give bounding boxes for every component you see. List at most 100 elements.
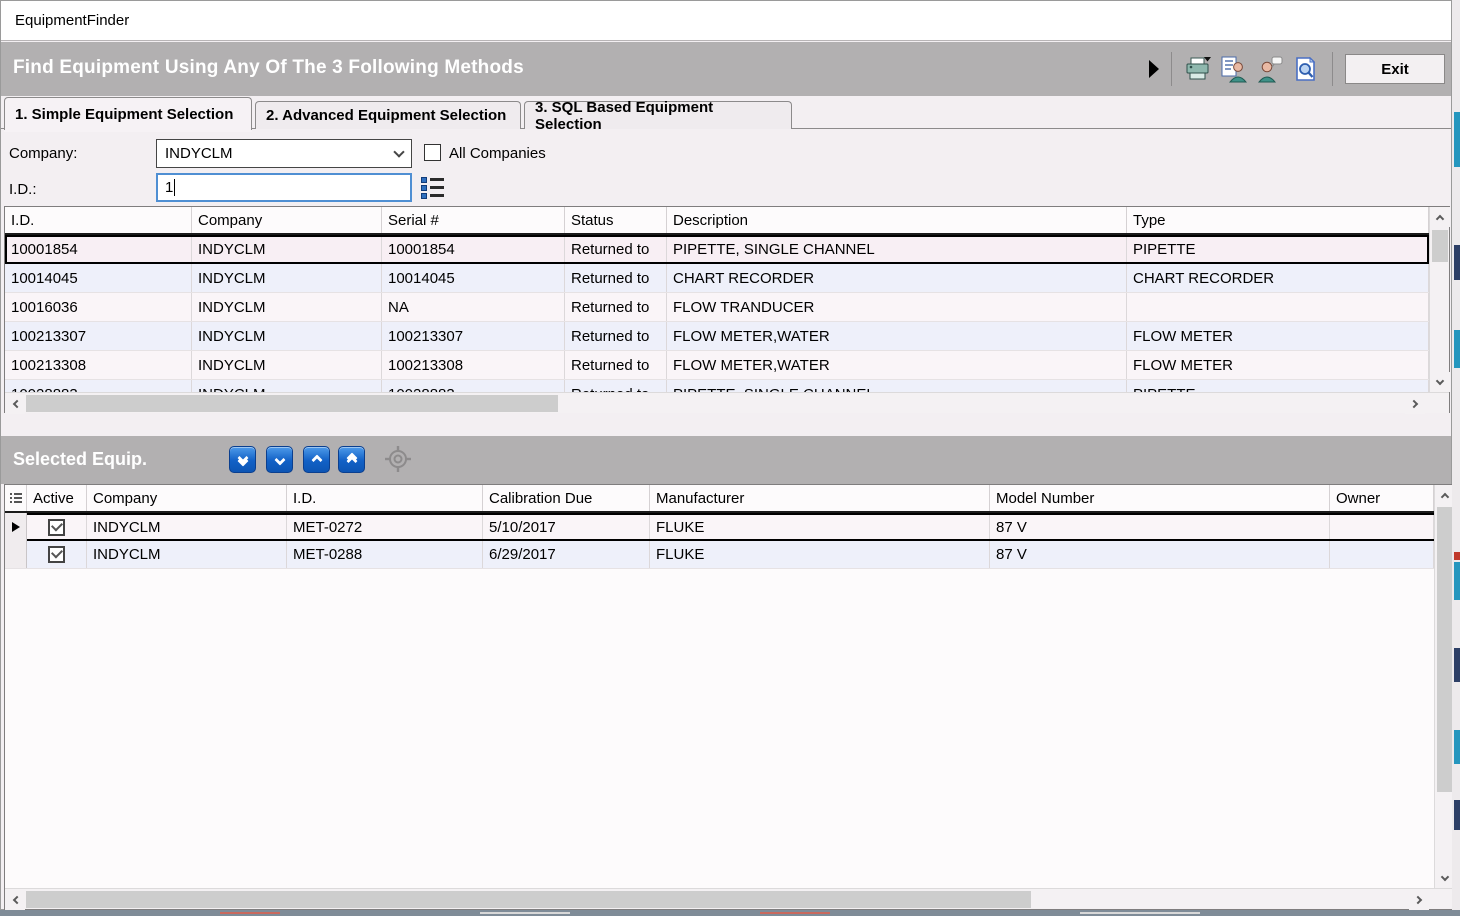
column-header[interactable]: Calibration Due	[483, 485, 650, 511]
cell: FLUKE	[650, 541, 990, 568]
background-window-edge	[1452, 0, 1460, 916]
results-grid-header: I.D.CompanySerial #StatusDescriptionType	[5, 207, 1429, 235]
cell: 100213308	[382, 351, 565, 379]
cell: CHART RECORDER	[1127, 264, 1429, 292]
scroll-right-button[interactable]	[1409, 889, 1429, 910]
text-caret	[174, 179, 175, 196]
cell: FLOW METER	[1127, 322, 1429, 350]
table-row[interactable]: 10016036INDYCLMNAReturned toFLOW TRANDUC…	[5, 293, 1429, 322]
tab-advanced-equipment-selection[interactable]: 2. Advanced Equipment Selection	[255, 101, 521, 129]
results-vertical-scrollbar[interactable]	[1429, 207, 1449, 392]
table-row[interactable]: 100213308INDYCLM100213308Returned toFLOW…	[5, 351, 1429, 380]
results-horizontal-scrollbar[interactable]	[5, 392, 1449, 413]
move-up-button[interactable]	[303, 446, 330, 473]
selected-grid-header: ActiveCompanyI.D.Calibration DueManufact…	[5, 485, 1434, 513]
cell: Returned to	[565, 351, 667, 379]
company-select-value: INDYCLM	[165, 145, 395, 162]
selected-equip-title: Selected Equip.	[13, 449, 147, 470]
table-row[interactable]: 100213307INDYCLM100213307Returned toFLOW…	[5, 322, 1429, 351]
page-title: Find Equipment Using Any Of The 3 Follow…	[13, 57, 524, 79]
column-header[interactable]: Description	[667, 207, 1127, 233]
scroll-thumb[interactable]	[26, 891, 1031, 908]
table-row[interactable]: 10028883INDYCLM10028883Returned toPIPETT…	[5, 380, 1429, 392]
cell: FLOW METER	[1127, 351, 1429, 379]
cell-active	[27, 513, 87, 541]
id-input-value: 1	[165, 179, 173, 196]
column-header[interactable]: Status	[565, 207, 667, 233]
table-row[interactable]: INDYCLMMET-02725/10/2017FLUKE87 V	[5, 513, 1434, 541]
column-header[interactable]: Type	[1127, 207, 1429, 233]
cell: INDYCLM	[192, 293, 382, 321]
cell: INDYCLM	[87, 541, 287, 568]
cell: FLOW TRANDUCER	[667, 293, 1127, 321]
selected-equipment-grid: ActiveCompanyI.D.Calibration DueManufact…	[4, 484, 1453, 910]
move-all-up-button[interactable]	[338, 446, 365, 473]
tab-strip: 1. Simple Equipment Selection 2. Advance…	[1, 96, 1451, 129]
print-button[interactable]	[1183, 53, 1213, 85]
user-note-button[interactable]	[1255, 53, 1285, 85]
cell: 100213307	[5, 322, 192, 350]
cell: Returned to	[565, 235, 667, 264]
column-header[interactable]: Active	[27, 485, 87, 511]
preview-document-button[interactable]	[1291, 53, 1321, 85]
equipment-finder-window: EquipmentFinder Find Equipment Using Any…	[0, 0, 1452, 910]
column-header[interactable]: Manufacturer	[650, 485, 990, 511]
header-bar: Find Equipment Using Any Of The 3 Follow…	[1, 42, 1451, 96]
equipment-report-button[interactable]	[1219, 53, 1249, 85]
id-input[interactable]: 1	[156, 173, 412, 202]
active-checkbox[interactable]	[48, 519, 65, 536]
play-icon[interactable]	[1149, 60, 1159, 78]
tab-sql-equipment-selection[interactable]: 3. SQL Based Equipment Selection	[524, 101, 792, 129]
selected-vertical-scrollbar[interactable]	[1434, 485, 1454, 888]
cell: 10014045	[382, 264, 565, 292]
cell: MET-0288	[287, 541, 483, 568]
column-header[interactable]: Owner	[1330, 485, 1434, 511]
all-companies-checkbox[interactable]	[424, 144, 441, 161]
cell: 87 V	[990, 513, 1330, 541]
column-header[interactable]: Serial #	[382, 207, 565, 233]
scroll-up-button[interactable]	[1430, 207, 1450, 227]
cell: PIPETTE, SINGLE CHANNEL	[667, 235, 1127, 264]
locate-target-icon[interactable]	[384, 445, 412, 473]
cell: 10016036	[5, 293, 192, 321]
scroll-down-button[interactable]	[1430, 372, 1450, 392]
scroll-right-button[interactable]	[1405, 393, 1425, 414]
column-header[interactable]: Model Number	[990, 485, 1330, 511]
printer-icon	[1184, 56, 1212, 82]
scroll-left-button[interactable]	[5, 393, 25, 414]
column-header[interactable]: I.D.	[5, 207, 192, 233]
selected-grid-rows: INDYCLMMET-02725/10/2017FLUKE87 VINDYCLM…	[5, 513, 1434, 890]
id-label: I.D.:	[9, 181, 37, 198]
title-bar: EquipmentFinder	[1, 1, 1451, 41]
table-row[interactable]: INDYCLMMET-02886/29/2017FLUKE87 V	[5, 541, 1434, 569]
toolbar-separator	[1171, 52, 1172, 86]
scroll-thumb[interactable]	[26, 395, 558, 412]
company-select[interactable]: INDYCLM	[156, 139, 412, 168]
cell: 10001854	[5, 235, 192, 264]
chevron-down-icon	[393, 146, 404, 157]
grid-properties-icon	[10, 492, 22, 504]
scroll-thumb[interactable]	[1432, 230, 1448, 262]
id-list-icon[interactable]	[421, 177, 445, 199]
scroll-left-button[interactable]	[5, 889, 25, 910]
all-companies-label: All Companies	[449, 145, 546, 162]
selected-horizontal-scrollbar[interactable]	[5, 888, 1452, 909]
cell: 100213307	[382, 322, 565, 350]
column-header[interactable]: I.D.	[287, 485, 483, 511]
cell: 10028883	[382, 380, 565, 392]
scroll-thumb[interactable]	[1437, 507, 1453, 792]
cell: Returned to	[565, 322, 667, 350]
column-header[interactable]: Company	[87, 485, 287, 511]
move-down-button[interactable]	[266, 446, 293, 473]
search-form: Company: INDYCLM All Companies I.D.: 1	[1, 129, 1451, 206]
exit-button[interactable]: Exit	[1345, 54, 1445, 84]
cell: Returned to	[565, 264, 667, 292]
table-row[interactable]: 10001854INDYCLM10001854Returned toPIPETT…	[5, 235, 1429, 264]
cell-active	[27, 541, 87, 568]
column-header[interactable]: Company	[192, 207, 382, 233]
active-checkbox[interactable]	[48, 546, 65, 563]
tab-simple-equipment-selection[interactable]: 1. Simple Equipment Selection	[4, 97, 252, 130]
move-all-down-button[interactable]	[229, 446, 256, 473]
table-row[interactable]: 10014045INDYCLM10014045Returned toCHART …	[5, 264, 1429, 293]
row-indicator	[5, 541, 27, 568]
